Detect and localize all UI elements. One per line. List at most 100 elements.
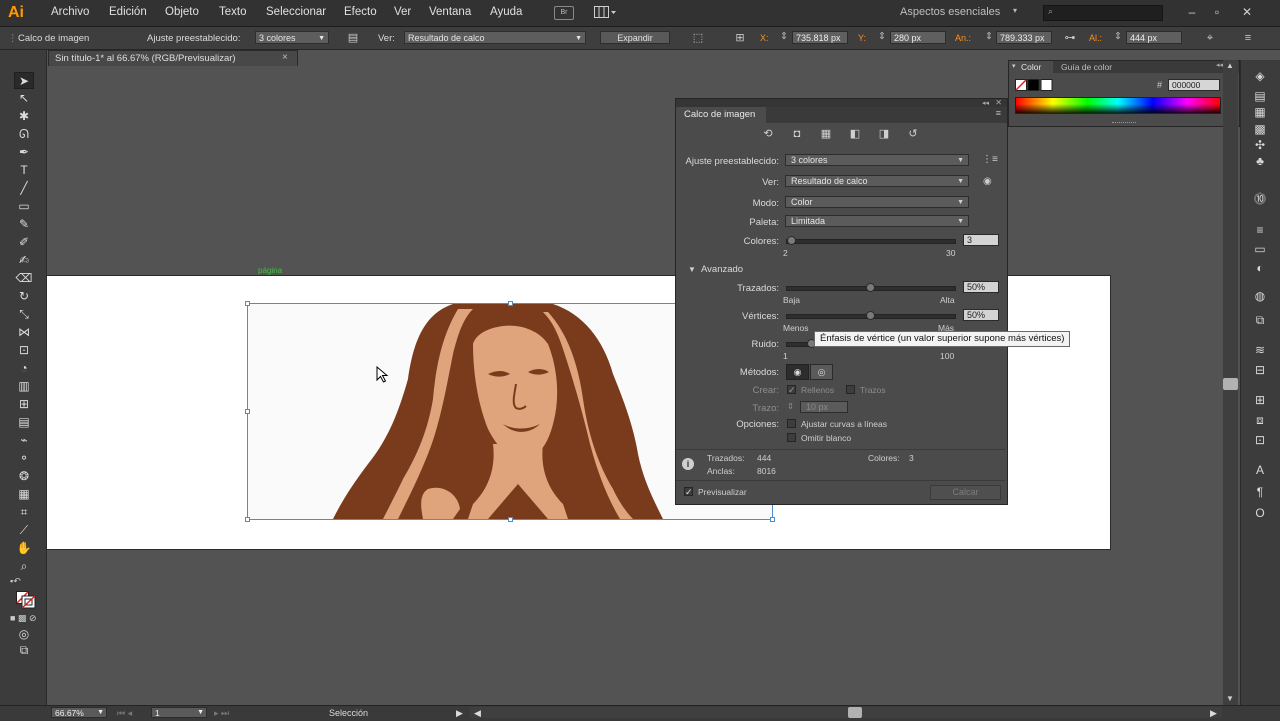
artboard-number-field[interactable]: 1 ▼	[151, 707, 207, 718]
gradient-tool-icon[interactable]: ▤	[14, 414, 34, 431]
horizontal-scroll-thumb[interactable]	[848, 707, 862, 718]
fills-checkbox[interactable]: ✓	[787, 385, 796, 395]
snap-curves-checkbox[interactable]	[787, 419, 796, 428]
first-artboard-icon[interactable]: ⏮ ◂	[117, 708, 132, 719]
transparency-icon[interactable]: ◐	[1250, 260, 1270, 276]
view-dropdown[interactable]: Resultado de calco ▼	[785, 175, 969, 187]
screen-mode-icon[interactable]: ⧉	[14, 642, 34, 659]
advanced-toggle[interactable]: Avanzado	[701, 264, 743, 275]
document-tab[interactable]: Sin título-1* al 66.67% (RGB/Previsualiz…	[48, 50, 298, 66]
fill-stroke-swatches[interactable]	[1015, 79, 1053, 91]
black-white-preset-icon[interactable]: ◨	[875, 127, 893, 141]
layers-icon[interactable]: ≋	[1250, 342, 1270, 358]
scroll-up-icon[interactable]: ▲	[1226, 61, 1234, 70]
appearance-icon[interactable]: ◍	[1250, 288, 1270, 304]
opentype-icon[interactable]: O	[1250, 505, 1270, 521]
menu-objeto[interactable]: Objeto	[165, 6, 199, 18]
status-menu-icon[interactable]: ▶	[456, 708, 463, 719]
paths-value-field[interactable]: 50%	[963, 281, 999, 293]
stepper-icon[interactable]: ⇕	[1114, 31, 1122, 42]
selection-tool-icon[interactable]: ➤	[14, 72, 34, 89]
stepper-icon[interactable]: ⇕	[878, 31, 886, 42]
menu-ventana[interactable]: Ventana	[429, 6, 471, 18]
panel-tab-image-trace[interactable]: Calco de imagen	[676, 107, 766, 123]
resize-handle[interactable]	[508, 517, 513, 522]
bridge-button[interactable]: Br	[554, 6, 574, 20]
menu-edicion[interactable]: Edición	[109, 6, 147, 18]
close-icon[interactable]: ×	[282, 52, 288, 63]
eraser-icon[interactable]: ⌫	[14, 270, 34, 287]
width-field[interactable]: 789.333 px	[996, 31, 1052, 44]
expand-button[interactable]: Expandir	[600, 31, 670, 44]
lasso-icon[interactable]: ᘏ	[14, 126, 34, 143]
vertical-scroll-thumb[interactable]	[1223, 378, 1238, 390]
pathfinder-icon[interactable]: ⧈	[1250, 412, 1270, 428]
symbols-icon[interactable]: ♣	[1250, 153, 1270, 169]
close-window-button[interactable]: ✕	[1238, 4, 1256, 20]
corners-slider-knob[interactable]	[866, 311, 875, 320]
line-tool-icon[interactable]: ╱	[14, 180, 34, 197]
tab-color-guide[interactable]: Guía de color	[1061, 61, 1112, 73]
width-tool-icon[interactable]: ⋈	[14, 324, 34, 341]
rotate-tool-icon[interactable]: ↻	[14, 288, 34, 305]
abutting-method-icon[interactable]: ◉	[786, 364, 809, 380]
palette-dropdown[interactable]: Limitada ▼	[785, 215, 969, 227]
scroll-down-icon[interactable]: ▼	[1226, 694, 1234, 703]
strokes-checkbox[interactable]	[846, 385, 855, 394]
direct-selection-tool-icon[interactable]: ↖	[14, 90, 34, 107]
scale-tool-icon[interactable]: ⤡	[14, 306, 34, 323]
default-colors-icon[interactable]: ▪↶	[10, 576, 21, 587]
mesh-tool-icon[interactable]: ⊞	[14, 396, 34, 413]
menu-texto[interactable]: Texto	[219, 6, 247, 18]
view-select[interactable]: Resultado de calco ▼	[404, 31, 586, 44]
panel-menu-icon[interactable]: ≡	[1240, 31, 1256, 45]
x-field[interactable]: 735.818 px	[792, 31, 848, 44]
overlapping-method-icon[interactable]: ◎	[810, 364, 833, 380]
colors-slider-knob[interactable]	[787, 236, 797, 245]
reference-point-icon[interactable]: ⊞	[732, 31, 748, 45]
last-artboard-icon[interactable]: ▸ ⏭	[214, 708, 229, 719]
paintbrush-icon[interactable]: ✎	[14, 216, 34, 233]
panel-options-icon[interactable]: ▤	[345, 31, 361, 45]
graphic-styles-icon[interactable]: ⧉	[1250, 312, 1270, 328]
stepper-icon[interactable]: ⇕	[985, 31, 993, 42]
menu-ayuda[interactable]: Ayuda	[490, 6, 522, 18]
colors-value-field[interactable]: 3	[963, 234, 999, 246]
resize-handle[interactable]	[245, 409, 250, 414]
color-panel-icon[interactable]: ◈	[1250, 68, 1270, 84]
swatches-icon[interactable]: ▦	[1250, 104, 1270, 120]
blob-brush-icon[interactable]: ✍	[14, 252, 34, 269]
align-icon[interactable]: ⬚	[690, 31, 706, 45]
corners-value-field[interactable]: 50%	[963, 309, 999, 321]
character-icon[interactable]: A	[1250, 462, 1270, 478]
panel-header[interactable]	[676, 99, 1007, 107]
rectangle-tool-icon[interactable]: ▭	[14, 198, 34, 215]
auto-color-preset-icon[interactable]: ⟲	[759, 127, 777, 141]
scroll-left-icon[interactable]: ◀	[474, 708, 481, 719]
kuler-ku-icon[interactable]: ⓾	[1250, 191, 1270, 207]
brushes-icon[interactable]: ✣	[1250, 137, 1270, 153]
kuler-icon[interactable]: ▩	[1250, 121, 1270, 137]
scroll-right-icon[interactable]: ▶	[1210, 708, 1217, 719]
color-mode-icon[interactable]: ■ ▩ ⊘	[10, 613, 36, 624]
preset-dropdown[interactable]: 3 colores ▼	[785, 154, 969, 166]
disclosure-triangle-icon[interactable]: ▼	[688, 265, 696, 274]
resize-handle[interactable]	[508, 301, 513, 306]
workspace-switcher[interactable]: Aspectos esenciales	[900, 6, 1000, 18]
low-color-preset-icon[interactable]: ▦	[817, 127, 835, 141]
preset-select[interactable]: 3 colores ▼	[255, 31, 329, 44]
fill-stroke-icon[interactable]	[16, 591, 38, 609]
resize-handle[interactable]	[245, 301, 250, 306]
gradient-icon[interactable]: ▭	[1250, 241, 1270, 257]
arrange-documents-icon[interactable]	[594, 6, 618, 18]
stepper-icon[interactable]: ⇕	[780, 31, 788, 42]
close-icon[interactable]: ✕	[995, 98, 1002, 107]
maximize-button[interactable]: ▫	[1208, 4, 1226, 20]
high-color-preset-icon[interactable]: ◘	[788, 127, 806, 141]
pencil-icon[interactable]: ✐	[14, 234, 34, 251]
panel-menu-icon[interactable]: ≡	[996, 108, 1001, 118]
menu-efecto[interactable]: Efecto	[344, 6, 377, 18]
blend-tool-icon[interactable]: ⚬	[14, 450, 34, 467]
link-icon[interactable]: ⊶	[1062, 31, 1078, 45]
menu-seleccionar[interactable]: Seleccionar	[266, 6, 326, 18]
